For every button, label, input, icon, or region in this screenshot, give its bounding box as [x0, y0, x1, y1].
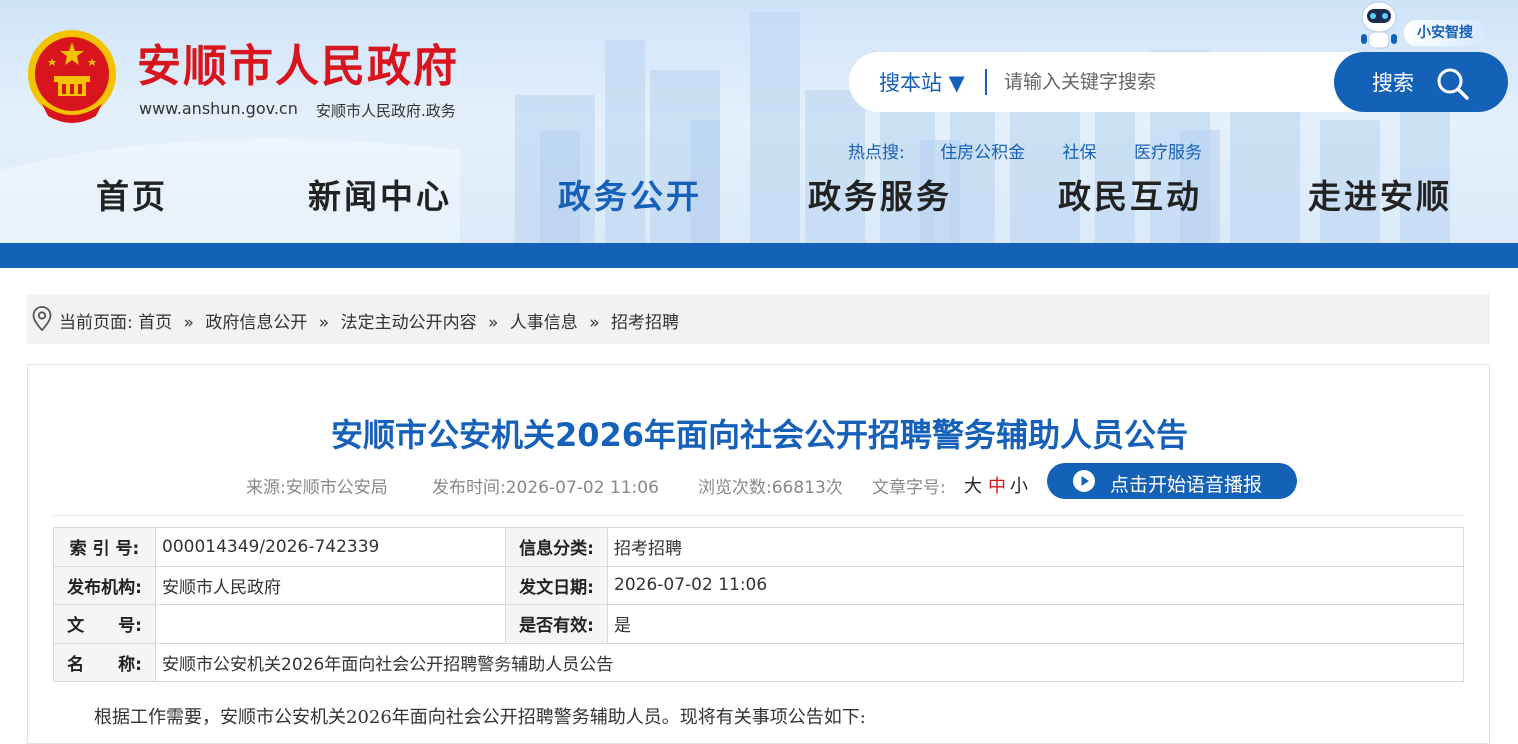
table-row: 文 号: 是否有效: 是 — [53, 604, 1464, 644]
validity-value: 是 — [607, 604, 1464, 644]
nav-item-interaction[interactable]: 政民互动 — [1058, 170, 1202, 218]
breadcrumb-item[interactable]: 首页 — [138, 313, 172, 333]
search-input[interactable] — [1004, 64, 1324, 100]
document-info-table: 索 引 号: 000014349/2026-742339 信息分类: 招考招聘 … — [53, 527, 1464, 682]
article-body-paragraph: 根据工作需要，安顺市公安机关2026年面向社会公开招聘警务辅助人员。现将有关事项… — [94, 707, 866, 728]
index-number-label: 索 引 号: — [53, 527, 156, 567]
play-icon — [1073, 470, 1095, 492]
site-title: 安顺市人民政府 — [137, 41, 459, 92]
article-card: 安顺市公安机关2026年面向社会公开招聘警务辅助人员公告 来源:安顺市公安局 发… — [27, 364, 1490, 744]
audio-playback-button[interactable]: 点击开始语音播报 — [1047, 463, 1297, 499]
breadcrumb-item[interactable]: 法定主动公开内容 — [341, 313, 477, 333]
category-value: 招考招聘 — [607, 527, 1464, 567]
article-publish-time: 发布时间:2026-07-02 11:06 — [432, 478, 659, 498]
breadcrumb-separator: » — [318, 313, 330, 333]
hot-search-item[interactable]: 住房公积金 — [940, 143, 1025, 163]
smart-search-badge[interactable]: 小安智搜 — [1404, 20, 1486, 46]
audio-playback-label: 点击开始语音播报 — [1110, 474, 1263, 496]
breadcrumb-prefix: 当前页面: — [59, 313, 133, 333]
publisher-label: 发布机构: — [53, 565, 156, 605]
robot-assistant-icon[interactable] — [1356, 0, 1402, 52]
nav-item-gov-services[interactable]: 政务服务 — [808, 170, 952, 218]
article-title: 安顺市公安机关2026年面向社会公开招聘警务辅助人员公告 — [330, 416, 1189, 454]
search-button-label: 搜索 — [1372, 71, 1414, 95]
document-number-label: 文 号: — [53, 604, 156, 644]
article-view-count: 浏览次数:66813次 — [698, 478, 843, 498]
breadcrumb-item[interactable]: 人事信息 — [510, 313, 578, 333]
issue-date-value: 2026-07-02 11:06 — [607, 565, 1464, 605]
validity-label: 是否有效: — [505, 604, 608, 644]
national-emblem-logo — [28, 30, 116, 123]
nav-item-news[interactable]: 新闻中心 — [308, 170, 452, 218]
breadcrumb-separator: » — [487, 313, 499, 333]
meta-divider — [53, 515, 1463, 516]
table-row: 发布机构: 安顺市人民政府 发文日期: 2026-07-02 11:06 — [53, 565, 1464, 605]
search-button[interactable]: 搜索 — [1334, 52, 1508, 112]
search-icon — [1437, 68, 1469, 100]
category-label: 信息分类: — [505, 527, 608, 567]
document-name-label: 名 称: — [53, 642, 156, 682]
publisher-value: 安顺市人民政府 — [155, 565, 506, 605]
breadcrumb-trail: 当前页面: 首页 » 政府信息公开 » 法定主动公开内容 » 人事信息 » 招考… — [59, 308, 679, 333]
site-subtitle: 安顺市人民政府.政务 — [316, 102, 456, 120]
index-number-value: 000014349/2026-742339 — [155, 527, 506, 567]
search-scope-dropdown[interactable]: 搜本站 ▼ — [879, 67, 965, 97]
hot-search-item[interactable]: 医疗服务 — [1134, 143, 1202, 163]
table-row: 索 引 号: 000014349/2026-742339 信息分类: 招考招聘 — [53, 527, 1464, 567]
breadcrumb: 当前页面: 首页 » 政府信息公开 » 法定主动公开内容 » 人事信息 » 招考… — [27, 294, 1490, 344]
font-size-small[interactable]: 小 — [1010, 472, 1028, 498]
nav-item-about-anshun[interactable]: 走进安顺 — [1308, 170, 1452, 218]
site-header: 安顺市人民政府 www.anshun.gov.cn 安顺市人民政府.政务 小安智… — [0, 0, 1518, 268]
hot-search-item[interactable]: 社保 — [1063, 143, 1097, 163]
breadcrumb-item[interactable]: 政府信息公开 — [205, 313, 307, 333]
hot-search-row: 热点搜: 住房公积金 社保 医疗服务 — [848, 138, 1234, 163]
document-number-value — [155, 604, 506, 644]
header-blue-band — [0, 243, 1518, 268]
nav-item-home[interactable]: 首页 — [96, 170, 168, 218]
font-size-large[interactable]: 大 — [964, 472, 982, 498]
font-size-label: 文章字号: — [872, 478, 946, 498]
hot-search-label: 热点搜: — [848, 143, 905, 163]
nav-item-gov-affairs-open[interactable]: 政务公开 — [558, 170, 702, 218]
breadcrumb-item[interactable]: 招考招聘 — [611, 313, 679, 333]
table-row: 名 称: 安顺市公安机关2026年面向社会公开招聘警务辅助人员公告 — [53, 642, 1464, 682]
search-bar: 搜本站 ▼ 搜索 — [849, 52, 1508, 112]
issue-date-label: 发文日期: — [505, 565, 608, 605]
site-url: www.anshun.gov.cn — [139, 99, 298, 118]
font-size-medium[interactable]: 中 — [988, 472, 1006, 498]
document-name-value: 安顺市公安机关2026年面向社会公开招聘警务辅助人员公告 — [155, 642, 1464, 682]
location-pin-icon — [32, 306, 52, 332]
main-nav: 首页 新闻中心 政务公开 政务服务 政民互动 走进安顺 — [0, 170, 1518, 216]
breadcrumb-separator: » — [589, 313, 600, 333]
search-divider — [985, 69, 987, 95]
article-source: 来源:安顺市公安局 — [246, 478, 388, 498]
breadcrumb-separator: » — [183, 313, 194, 333]
